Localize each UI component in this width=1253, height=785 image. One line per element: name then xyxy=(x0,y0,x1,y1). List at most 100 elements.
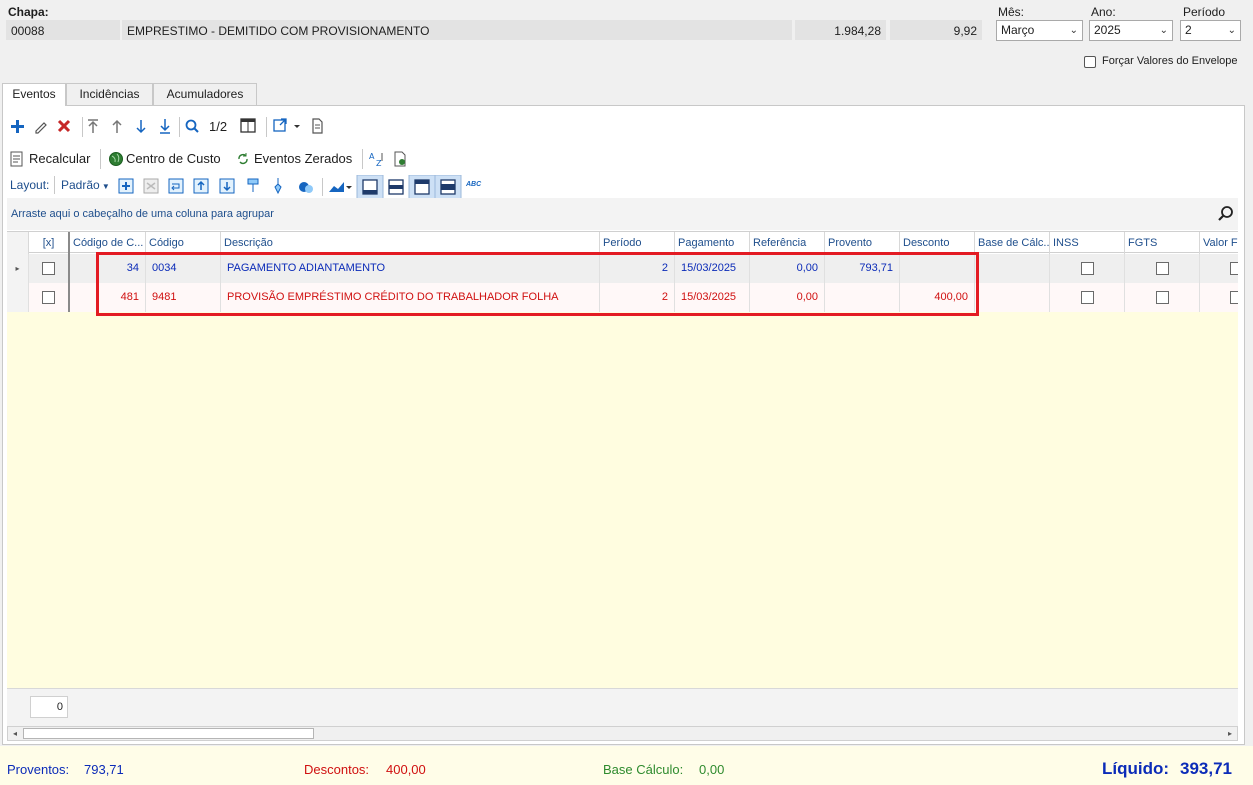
col-header-fgts[interactable]: FGTS xyxy=(1125,232,1200,254)
col-header-codigo[interactable]: Código xyxy=(146,232,221,254)
checkbox-box[interactable] xyxy=(1084,56,1096,68)
cell-provento xyxy=(825,283,900,312)
table-row[interactable]: 481 9481 PROVISÃO EMPRÉSTIMO CRÉDITO DO … xyxy=(7,283,1238,312)
recalcular-button[interactable]: Recalcular xyxy=(29,151,90,166)
col-header-desconto[interactable]: Desconto xyxy=(900,232,975,254)
delete-icon[interactable] xyxy=(56,116,74,136)
layout-bottom-icon[interactable] xyxy=(362,179,378,195)
col-header-periodo[interactable]: Período xyxy=(600,232,675,254)
expand-icon[interactable] xyxy=(118,178,134,194)
mes-select[interactable]: Março ⌄ xyxy=(996,20,1083,41)
col-header-base-calculo[interactable]: Base de Cálc... xyxy=(975,232,1050,254)
tab-incidencias[interactable]: Incidências xyxy=(66,83,153,105)
shapes-icon[interactable] xyxy=(299,182,313,193)
valor-fo-checkbox[interactable] xyxy=(1230,262,1238,275)
cell-codigo-c: 34 xyxy=(70,254,146,283)
base-calculo-value: 0,00 xyxy=(699,762,725,777)
horizontal-scrollbar[interactable]: ◂ ▸ xyxy=(7,726,1238,741)
cell-pagamento: 15/03/2025 xyxy=(675,254,750,283)
table-row[interactable]: ▸ 34 0034 PAGAMENTO ADIANTAMENTO 2 15/03… xyxy=(7,254,1238,283)
col-header-pagamento[interactable]: Pagamento xyxy=(675,232,750,254)
row-select-cell[interactable] xyxy=(29,283,70,312)
ano-select-value: 2025 xyxy=(1094,23,1121,37)
move-bottom-icon[interactable] xyxy=(158,116,176,136)
centro-custo-button[interactable]: Centro de Custo xyxy=(126,151,221,166)
col-header-referencia[interactable]: Referência xyxy=(750,232,825,254)
col-header-inss[interactable]: INSS xyxy=(1050,232,1125,254)
proventos-value: 793,71 xyxy=(84,762,124,777)
layout-padrao-dropdown[interactable]: Padrão ▼ xyxy=(61,178,110,192)
add-icon[interactable] xyxy=(8,116,26,136)
inss-checkbox[interactable] xyxy=(1081,291,1094,304)
scrollbar-thumb[interactable] xyxy=(23,728,314,739)
fgts-checkbox[interactable] xyxy=(1156,291,1169,304)
globe-icon xyxy=(108,151,124,170)
recalcular-icon xyxy=(9,151,25,169)
move-top-icon[interactable] xyxy=(86,116,104,136)
descontos-value: 400,00 xyxy=(386,762,426,777)
pin-icon[interactable] xyxy=(247,178,259,192)
layout-middle-icon[interactable] xyxy=(388,179,404,195)
refresh-icon xyxy=(235,151,251,170)
col-header-select[interactable]: [x] xyxy=(29,232,70,254)
layout-full-icon[interactable] xyxy=(440,179,456,195)
col-header-codigo-c[interactable]: Código de C... xyxy=(70,232,146,254)
chart-icon[interactable] xyxy=(329,182,352,192)
ano-select[interactable]: 2025 ⌄ xyxy=(1089,20,1173,41)
wrap-icon[interactable] xyxy=(168,178,184,194)
cell-referencia: 0,00 xyxy=(750,254,825,283)
document-icon[interactable] xyxy=(312,118,323,134)
row-select-cell[interactable] xyxy=(29,254,70,283)
periodo-select[interactable]: 2 ⌄ xyxy=(1180,20,1241,41)
layout-padrao-label: Padrão xyxy=(61,178,100,192)
edit-icon[interactable] xyxy=(33,116,51,136)
eventos-zerados-button[interactable]: Eventos Zerados xyxy=(254,151,352,166)
brush-icon[interactable] xyxy=(274,178,282,195)
cell-codigo-c: 481 xyxy=(70,283,146,312)
cell-valor-fo[interactable] xyxy=(1200,283,1238,312)
search-icon[interactable] xyxy=(184,116,202,136)
col-header-provento[interactable]: Provento xyxy=(825,232,900,254)
report-icon[interactable] xyxy=(392,151,408,170)
scroll-right-icon[interactable]: ▸ xyxy=(1223,727,1237,740)
group-by-area[interactable]: Arraste aqui o cabeçalho de uma coluna p… xyxy=(7,198,1238,230)
cell-valor-fo[interactable] xyxy=(1200,254,1238,283)
col-header-descricao[interactable]: Descrição xyxy=(221,232,600,254)
sort-az-icon[interactable]: AZ xyxy=(369,151,385,170)
cell-inss[interactable] xyxy=(1050,283,1125,312)
cell-fgts[interactable] xyxy=(1125,283,1200,312)
col-header-valor-fo[interactable]: Valor Fo xyxy=(1200,232,1238,254)
cell-fgts[interactable] xyxy=(1125,254,1200,283)
search-icon[interactable] xyxy=(1217,205,1235,226)
cell-base-calculo xyxy=(975,254,1050,283)
columns-icon[interactable] xyxy=(240,118,256,133)
tab-eventos[interactable]: Eventos xyxy=(2,83,66,106)
separator xyxy=(100,149,101,169)
layout-toolbar xyxy=(116,174,491,200)
chevron-down-icon: ⌄ xyxy=(1069,25,1078,36)
tab-acumuladores[interactable]: Acumuladores xyxy=(153,83,257,105)
svg-text:Z: Z xyxy=(376,159,382,167)
collapse-icon[interactable] xyxy=(143,178,159,194)
abc-icon[interactable]: ABC xyxy=(466,181,481,188)
export-up-icon[interactable] xyxy=(193,178,209,194)
move-down-icon[interactable] xyxy=(134,116,152,136)
row-checkbox[interactable] xyxy=(42,262,55,275)
row-checkbox[interactable] xyxy=(42,291,55,304)
export-icon[interactable] xyxy=(273,118,300,132)
cell-inss[interactable] xyxy=(1050,254,1125,283)
group-hint: Arraste aqui o cabeçalho de uma coluna p… xyxy=(11,208,274,220)
layout-top-icon[interactable] xyxy=(414,179,430,195)
ano-label: Ano: xyxy=(1091,5,1116,19)
inss-checkbox[interactable] xyxy=(1081,262,1094,275)
cell-periodo: 2 xyxy=(600,254,675,283)
move-up-icon[interactable] xyxy=(110,116,128,136)
valor-fo-checkbox[interactable] xyxy=(1230,291,1238,304)
scroll-left-icon[interactable]: ◂ xyxy=(8,727,22,740)
cell-base-calculo xyxy=(975,283,1050,312)
cell-referencia: 0,00 xyxy=(750,283,825,312)
forcar-valores-label: Forçar Valores do Envelope xyxy=(1102,55,1238,67)
import-down-icon[interactable] xyxy=(219,178,235,194)
periodo-label: Período xyxy=(1183,5,1226,19)
fgts-checkbox[interactable] xyxy=(1156,262,1169,275)
